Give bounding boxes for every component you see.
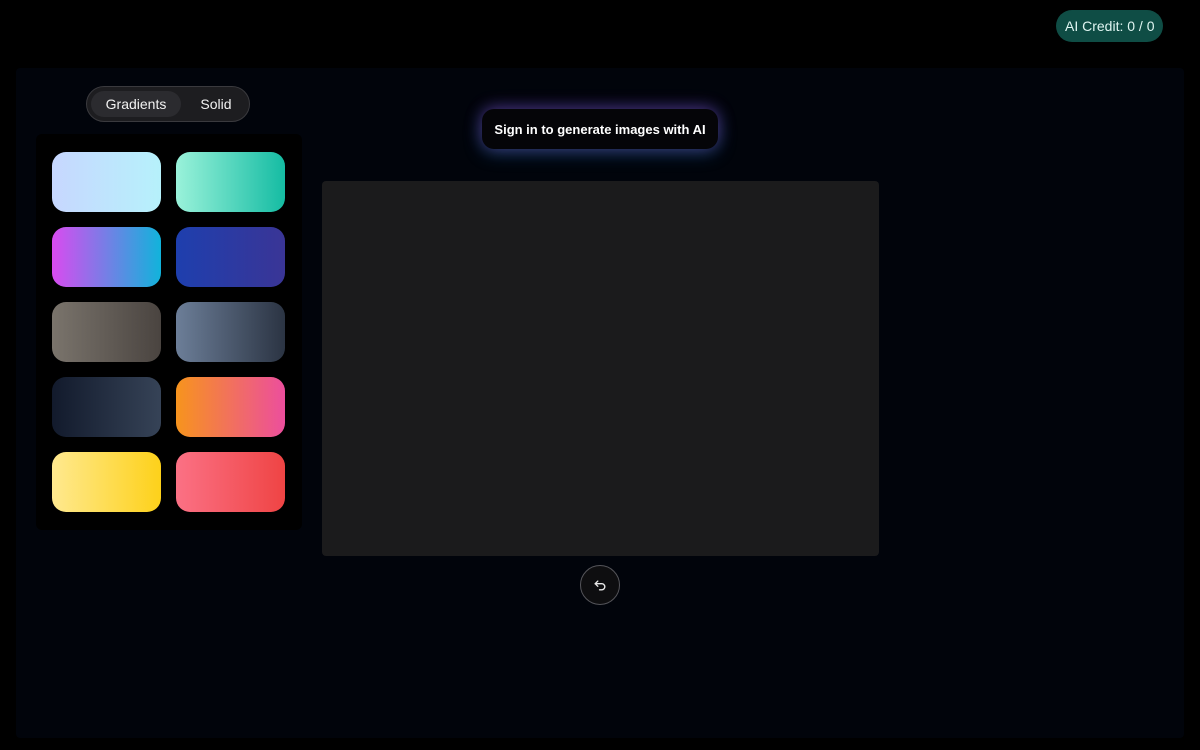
gradient-swatch[interactable] <box>52 152 161 212</box>
tab-solid[interactable]: Solid <box>187 91 245 117</box>
gradient-swatch[interactable] <box>52 377 161 437</box>
gradient-swatch[interactable] <box>176 302 285 362</box>
undo-button[interactable] <box>580 565 620 605</box>
gradient-swatch[interactable] <box>52 452 161 512</box>
gradient-swatch[interactable] <box>176 452 285 512</box>
gradient-swatch-panel <box>36 134 302 530</box>
gradient-swatch[interactable] <box>176 152 285 212</box>
gradient-swatch[interactable] <box>52 302 161 362</box>
ai-credit-badge: AI Credit: 0 / 0 <box>1056 10 1164 42</box>
background-type-toggle: Gradients Solid <box>86 86 250 122</box>
app-page: AI Credit: 0 / 0 Gradients Solid Sign in… <box>0 0 1200 750</box>
sign-in-ai-button[interactable]: Sign in to generate images with AI <box>482 109 718 149</box>
tab-gradients[interactable]: Gradients <box>91 91 181 117</box>
gradient-swatch[interactable] <box>52 227 161 287</box>
undo-icon <box>594 580 606 591</box>
gradient-swatch[interactable] <box>176 377 285 437</box>
gradient-swatch[interactable] <box>176 227 285 287</box>
image-canvas[interactable] <box>322 181 879 556</box>
